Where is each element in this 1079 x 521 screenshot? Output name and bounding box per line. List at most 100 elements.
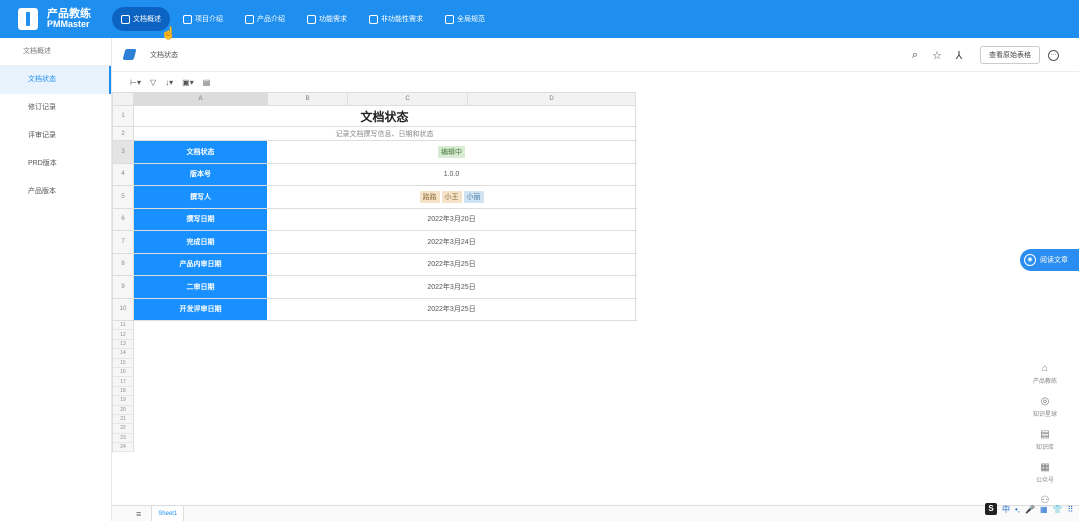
field-label-cell[interactable]: 版本号 <box>134 163 268 185</box>
doc-title: 文档状态 <box>150 52 178 59</box>
row-number[interactable]: 9 <box>112 276 134 298</box>
table-row: 19 <box>112 396 637 406</box>
row-number[interactable]: 4 <box>112 163 134 185</box>
row-number[interactable]: 8 <box>112 253 134 275</box>
table-row: 7 完成日期 2022年3月24日 <box>112 231 637 254</box>
row-number[interactable]: 18 <box>112 386 134 397</box>
star-icon[interactable]: ☆ <box>928 49 946 62</box>
row-number[interactable]: 11 <box>112 321 134 331</box>
sidebar-item-revisions[interactable]: 修订记录 <box>0 94 111 122</box>
row-number[interactable]: 15 <box>112 358 134 368</box>
field-label-cell[interactable]: 文档状态 <box>134 141 268 163</box>
row-number[interactable]: 20 <box>112 405 134 415</box>
table-row: 15 <box>112 358 637 368</box>
column-header[interactable]: D <box>468 92 636 106</box>
field-label-cell[interactable]: 撰写人 <box>134 186 268 208</box>
sort-icon[interactable]: ↓▾ <box>165 78 173 87</box>
field-label-cell[interactable]: 产品内审日期 <box>134 253 268 275</box>
row-number[interactable]: 19 <box>112 396 134 406</box>
column-header[interactable]: A <box>134 92 268 106</box>
row-number[interactable]: 3 <box>112 141 134 163</box>
row-number[interactable]: 22 <box>112 424 134 434</box>
table-row: 1 文档状态 <box>112 106 637 127</box>
nav-item-project-intro[interactable]: 项目介绍 <box>174 7 232 31</box>
row-number[interactable]: 16 <box>112 367 134 378</box>
sidebar-item-reviews[interactable]: 评审记录 <box>0 122 111 150</box>
brand[interactable]: 产品教练 PMMaster <box>18 6 91 32</box>
sheet-list-icon[interactable]: ≡ <box>136 509 141 519</box>
side-tool-knowledge-base[interactable]: ▤ 知识库 <box>1027 429 1063 462</box>
row-number[interactable]: 5 <box>112 186 134 208</box>
row-number[interactable]: 23 <box>112 433 134 444</box>
row-number[interactable]: 12 <box>112 330 134 340</box>
field-value-cell[interactable]: 2022年3月25日 <box>268 253 636 275</box>
sidebar-item-doc-status[interactable]: 文档状态 <box>0 66 111 94</box>
sheet-title-cell[interactable]: 文档状态 <box>134 106 636 126</box>
freeze-icon[interactable]: ⊢▾ <box>130 78 141 87</box>
grid-corner[interactable] <box>112 92 134 106</box>
ime-toolbar: S 中 •, 🎤 ▦ 👕 ⠿ <box>985 503 1073 515</box>
tag-badge: 编辑中 <box>438 145 465 158</box>
field-value-cell[interactable]: 路路 小王 小丽 <box>268 186 636 208</box>
sheet-tab[interactable]: Sheet1 <box>151 505 185 521</box>
print-icon[interactable]: ▤ <box>203 78 211 87</box>
sidebar-item-prd-version[interactable]: PRD版本 <box>0 150 111 178</box>
field-value-cell[interactable]: 2022年3月25日 <box>268 298 636 320</box>
row-number[interactable]: 2 <box>112 127 134 140</box>
share-icon[interactable]: ⅄ <box>950 49 968 62</box>
field-label-cell[interactable]: 二审日期 <box>134 276 268 298</box>
filter-icon[interactable]: ▽ <box>150 78 156 87</box>
microphone-icon[interactable]: 🎤 <box>1025 505 1035 514</box>
row-number[interactable]: 24 <box>112 443 134 453</box>
field-value-cell[interactable]: 2022年3月20日 <box>268 208 636 230</box>
sogou-logo-icon[interactable]: S <box>985 503 997 515</box>
skin-icon[interactable]: 👕 <box>1053 505 1063 514</box>
book-icon: ▤ <box>1040 429 1050 440</box>
side-tool-knowledge-planet[interactable]: ◎ 知识星球 <box>1027 396 1063 429</box>
table-row: 8 产品内审日期 2022年3月25日 <box>112 253 637 276</box>
field-value-cell[interactable]: 2022年3月25日 <box>268 276 636 298</box>
search-icon[interactable]: ⌕ <box>906 49 924 62</box>
nav-item-functional-req[interactable]: 功能需求 <box>298 7 356 31</box>
sheet-tab-bar: ≡ Sheet1 <box>112 505 1079 521</box>
ime-punct-icon[interactable]: •, <box>1015 505 1020 514</box>
view-raw-table-button[interactable]: 查看原始表格 <box>980 46 1040 64</box>
sheet-subtitle-cell[interactable]: 记录文档撰写信息、日期和状态 <box>134 127 636 140</box>
row-number[interactable]: 1 <box>112 106 134 126</box>
read-article-button[interactable]: ◉ 阅读文章 <box>1020 249 1079 271</box>
more-icon[interactable]: ··· <box>1048 49 1059 61</box>
table-row: 12 <box>112 330 637 340</box>
row-number[interactable]: 13 <box>112 339 134 350</box>
field-value-cell[interactable]: 编辑中 <box>268 141 636 163</box>
row-number[interactable]: 17 <box>112 377 134 387</box>
sheet-doc-icon <box>122 49 137 60</box>
ime-lang-icon[interactable]: 中 <box>1002 504 1010 515</box>
row-number[interactable]: 10 <box>112 298 134 320</box>
table-row: 11 <box>112 321 637 331</box>
nav-item-nonfunctional-req[interactable]: 非功能性需求 <box>360 7 432 31</box>
field-label-cell[interactable]: 开发评审日期 <box>134 298 268 320</box>
tag-badge: 小丽 <box>463 190 484 203</box>
field-label-cell[interactable]: 撰写日期 <box>134 208 268 230</box>
field-label-cell[interactable]: 完成日期 <box>134 231 268 253</box>
view-icon[interactable]: ▣▾ <box>182 78 194 87</box>
nav-item-product-intro[interactable]: 产品介绍 <box>236 7 294 31</box>
side-tool-product-coach[interactable]: ⌂ 产品教练 <box>1027 363 1063 396</box>
field-value-cell[interactable]: 2022年3月24日 <box>268 231 636 253</box>
home-icon: ⌂ <box>1041 363 1049 374</box>
toolbox-icon[interactable]: ⠿ <box>1068 505 1074 514</box>
row-number[interactable]: 14 <box>112 349 134 359</box>
column-header-row: A B C D <box>112 92 637 106</box>
field-value-cell[interactable]: 1.0.0 <box>268 163 636 185</box>
row-number[interactable]: 7 <box>112 231 134 253</box>
nav-item-global-spec[interactable]: 全局规范 <box>436 7 494 31</box>
sidebar-item-product-version[interactable]: 产品版本 <box>0 178 111 206</box>
keyboard-icon[interactable]: ▦ <box>1040 505 1048 514</box>
sidebar: 文档概述 文档状态 修订记录 评审记录 PRD版本 产品版本 <box>0 38 112 521</box>
row-number[interactable]: 6 <box>112 208 134 230</box>
side-tool-official-account[interactable]: ▦ 公众号 <box>1027 462 1063 495</box>
column-header[interactable]: B <box>268 92 348 106</box>
row-number[interactable]: 21 <box>112 414 134 425</box>
table-row: 23 <box>112 433 637 444</box>
column-header[interactable]: C <box>348 92 468 106</box>
